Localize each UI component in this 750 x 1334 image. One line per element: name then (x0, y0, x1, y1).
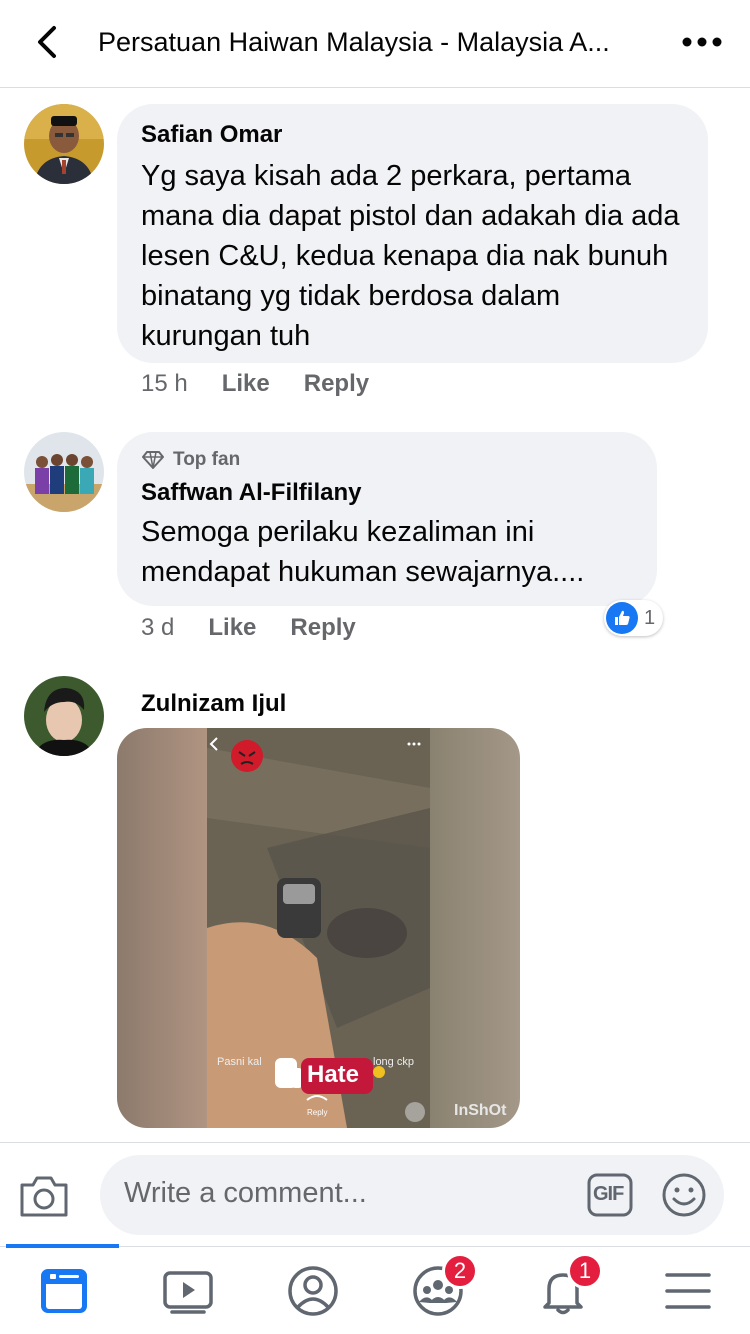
avatar[interactable] (24, 432, 104, 512)
gif-label: GIF (593, 1183, 624, 1205)
ellipsis-icon (682, 37, 722, 47)
badge-label: Top fan (173, 449, 241, 470)
watch-icon (163, 1271, 213, 1314)
reaction-count: 1 (644, 606, 656, 629)
nav-menu[interactable] (660, 1265, 716, 1317)
top-fan-badge: Top fan (141, 448, 633, 472)
emoji-button[interactable] (660, 1171, 708, 1219)
comment-actions: 15 h Like Reply (141, 370, 369, 398)
comment-author[interactable]: Saffwan Al-Filfilany (141, 478, 633, 508)
reaction-summary[interactable]: 1 (604, 600, 664, 636)
nav-notifications[interactable]: 1 (535, 1253, 603, 1317)
comment-media[interactable]: Pasni kal long ckp Hate Reply InShOt (117, 728, 520, 1128)
nav-news-feed[interactable] (36, 1265, 92, 1317)
comment-author[interactable]: Zulnizam Ijul (141, 690, 286, 718)
comment-timestamp[interactable]: 3 d (141, 614, 174, 642)
avatar[interactable] (24, 676, 104, 756)
notifications-badge: 1 (567, 1253, 603, 1289)
comment-bubble[interactable]: Safian Omar Yg saya kisah ada 2 perkara,… (117, 104, 708, 363)
page-title: Persatuan Haiwan Malaysia - Malaysia A..… (98, 27, 610, 57)
top-bar: Persatuan Haiwan Malaysia - Malaysia A..… (0, 0, 750, 88)
camera-icon (20, 1176, 68, 1217)
comment-actions: 3 d Like Reply (141, 614, 356, 642)
back-button[interactable] (26, 20, 70, 64)
nav-groups[interactable]: 2 (410, 1253, 478, 1317)
active-tab-indicator (6, 1244, 119, 1248)
like-button[interactable]: Like (222, 370, 270, 398)
sticker-text: Hate (307, 1061, 360, 1088)
comment-composer: Write a comment... GIF (0, 1142, 750, 1246)
camera-button[interactable] (18, 1173, 70, 1219)
diamond-icon (142, 451, 164, 469)
news-feed-icon (41, 1269, 87, 1313)
comment-text: Semoga perilaku kezaliman ini mendapat h… (141, 516, 585, 588)
menu-icon (665, 1273, 711, 1309)
like-button[interactable]: Like (208, 614, 256, 642)
reply-button[interactable]: Reply (290, 614, 355, 642)
comment-bubble[interactable]: Top fan Saffwan Al-Filfilany Semoga peri… (117, 432, 657, 606)
comment-author[interactable]: Safian Omar (141, 120, 684, 150)
avatar[interactable] (24, 104, 104, 184)
gif-button[interactable]: GIF (586, 1171, 634, 1219)
reply-button[interactable]: Reply (304, 370, 369, 398)
nav-profile[interactable] (285, 1265, 341, 1317)
groups-badge: 2 (442, 1253, 478, 1289)
video-reply-label: Reply (307, 1108, 328, 1117)
watermark: InShOt (454, 1102, 507, 1119)
comment-text: Yg saya kisah ada 2 perkara, pertama man… (141, 160, 680, 352)
nav-watch[interactable] (160, 1265, 216, 1317)
smiley-icon (662, 1173, 706, 1217)
profile-icon (288, 1266, 338, 1316)
bottom-nav: 2 1 (0, 1244, 750, 1334)
more-options-button[interactable] (680, 28, 724, 56)
video-caption-right: long ckp (373, 1056, 414, 1068)
comment-input-placeholder: Write a comment... (124, 1177, 367, 1209)
comment-input[interactable]: Write a comment... GIF (100, 1155, 724, 1235)
like-reaction-icon (606, 602, 638, 634)
chevron-left-icon (38, 26, 56, 58)
comment-timestamp[interactable]: 15 h (141, 370, 188, 398)
video-caption-left: Pasni kal (217, 1056, 262, 1068)
